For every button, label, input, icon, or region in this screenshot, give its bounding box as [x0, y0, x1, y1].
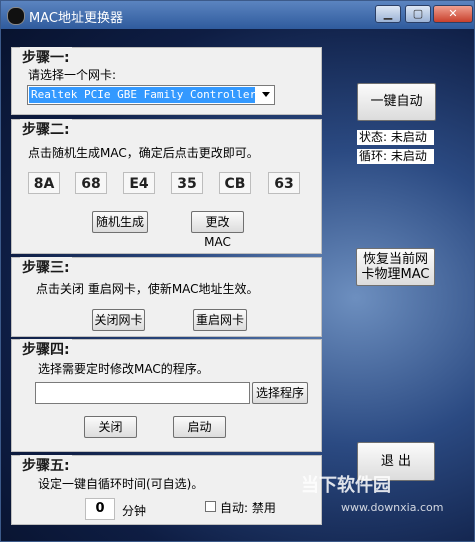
watermark-brand: 当下软件园 [301, 475, 391, 496]
step5-panel: 步骤五: 设定一键自循环时间(可自选)。 0 分钟 自动: 禁用 [11, 455, 322, 525]
close-button[interactable]: ✕ [433, 5, 473, 23]
mac-octet-1[interactable]: 8A [28, 172, 60, 194]
maximize-icon: ▢ [412, 7, 424, 20]
chevron-down-icon[interactable] [262, 92, 270, 97]
restore-mac-button[interactable]: 恢复当前网 卡物理MAC [356, 248, 435, 286]
maximize-button[interactable]: ▢ [405, 5, 431, 23]
mac-octet-6[interactable]: 63 [268, 172, 300, 194]
step3-title: 步骤三: [20, 257, 72, 277]
restore-mac-line1: 恢复当前网 [362, 252, 428, 267]
program-path-input[interactable] [35, 382, 250, 404]
watermark-url: www.downxia.com [341, 501, 444, 514]
minimize-icon: ▁ [383, 7, 393, 20]
close-schedule-button[interactable]: 关闭 [84, 416, 137, 438]
step4-panel: 步骤四: 选择需要定时修改MAC的程序。 选择程序 关闭 启动 [11, 339, 322, 452]
step2-title: 步骤二: [20, 119, 72, 139]
step3-panel: 步骤三: 点击关闭 重启网卡，使新MAC地址生效。 关闭网卡 重启网卡 [11, 257, 322, 337]
minutes-unit-label: 分钟 [122, 504, 147, 518]
app-logo-icon [7, 7, 25, 25]
mac-octet-4[interactable]: 35 [171, 172, 203, 194]
step3-prompt: 点击关闭 重启网卡，使新MAC地址生效。 [36, 282, 259, 296]
window-title: MAC地址更换器 [29, 11, 123, 26]
restore-mac-line2: 卡物理MAC [361, 267, 430, 282]
auto-checkbox[interactable] [205, 501, 216, 512]
app-window: MAC地址更换器 ▁ ▢ ✕ 步骤一: 请选择一个网卡: Realtek PCI… [0, 0, 475, 542]
one-click-auto-button[interactable]: 一键自动 [357, 83, 436, 121]
step1-title: 步骤一: [20, 47, 72, 67]
loop-status-label: 循环: 未启动 [357, 149, 434, 164]
choose-program-button[interactable]: 选择程序 [252, 382, 308, 404]
minimize-button[interactable]: ▁ [375, 5, 401, 23]
auto-label: 自动: 禁用 [220, 501, 276, 515]
random-generate-button[interactable]: 随机生成 [92, 211, 148, 233]
step5-title: 步骤五: [20, 455, 72, 475]
mac-octet-3[interactable]: E4 [123, 172, 155, 194]
restart-adapter-button[interactable]: 重启网卡 [193, 309, 247, 331]
loop-minutes-input[interactable]: 0 [85, 498, 115, 520]
step2-prompt: 点击随机生成MAC，确定后点击更改即可。 [28, 146, 259, 160]
change-mac-button[interactable]: 更改 MAC [191, 211, 244, 249]
title-bar[interactable]: MAC地址更换器 ▁ ▢ ✕ [1, 1, 474, 29]
step2-panel: 步骤二: 点击随机生成MAC，确定后点击更改即可。 8A 68 E4 35 CB… [11, 119, 322, 254]
mac-octet-5[interactable]: CB [219, 172, 251, 194]
step4-title: 步骤四: [20, 339, 72, 359]
watermark: 当下软件园 www.downxia.com [301, 471, 443, 514]
step4-prompt: 选择需要定时修改MAC的程序。 [38, 362, 209, 376]
step1-prompt: 请选择一个网卡: [28, 68, 117, 82]
status-label: 状态: 未启动 [357, 130, 434, 145]
start-schedule-button[interactable]: 启动 [173, 416, 226, 438]
adapter-selected-value: Realtek PCIe GBE Family Controller [29, 87, 255, 103]
step5-prompt: 设定一键自循环时间(可自选)。 [38, 477, 204, 491]
adapter-select[interactable]: Realtek PCIe GBE Family Controller [27, 85, 275, 105]
disable-adapter-button[interactable]: 关闭网卡 [92, 309, 145, 331]
mac-octet-2[interactable]: 68 [75, 172, 107, 194]
close-icon: ✕ [448, 7, 458, 20]
